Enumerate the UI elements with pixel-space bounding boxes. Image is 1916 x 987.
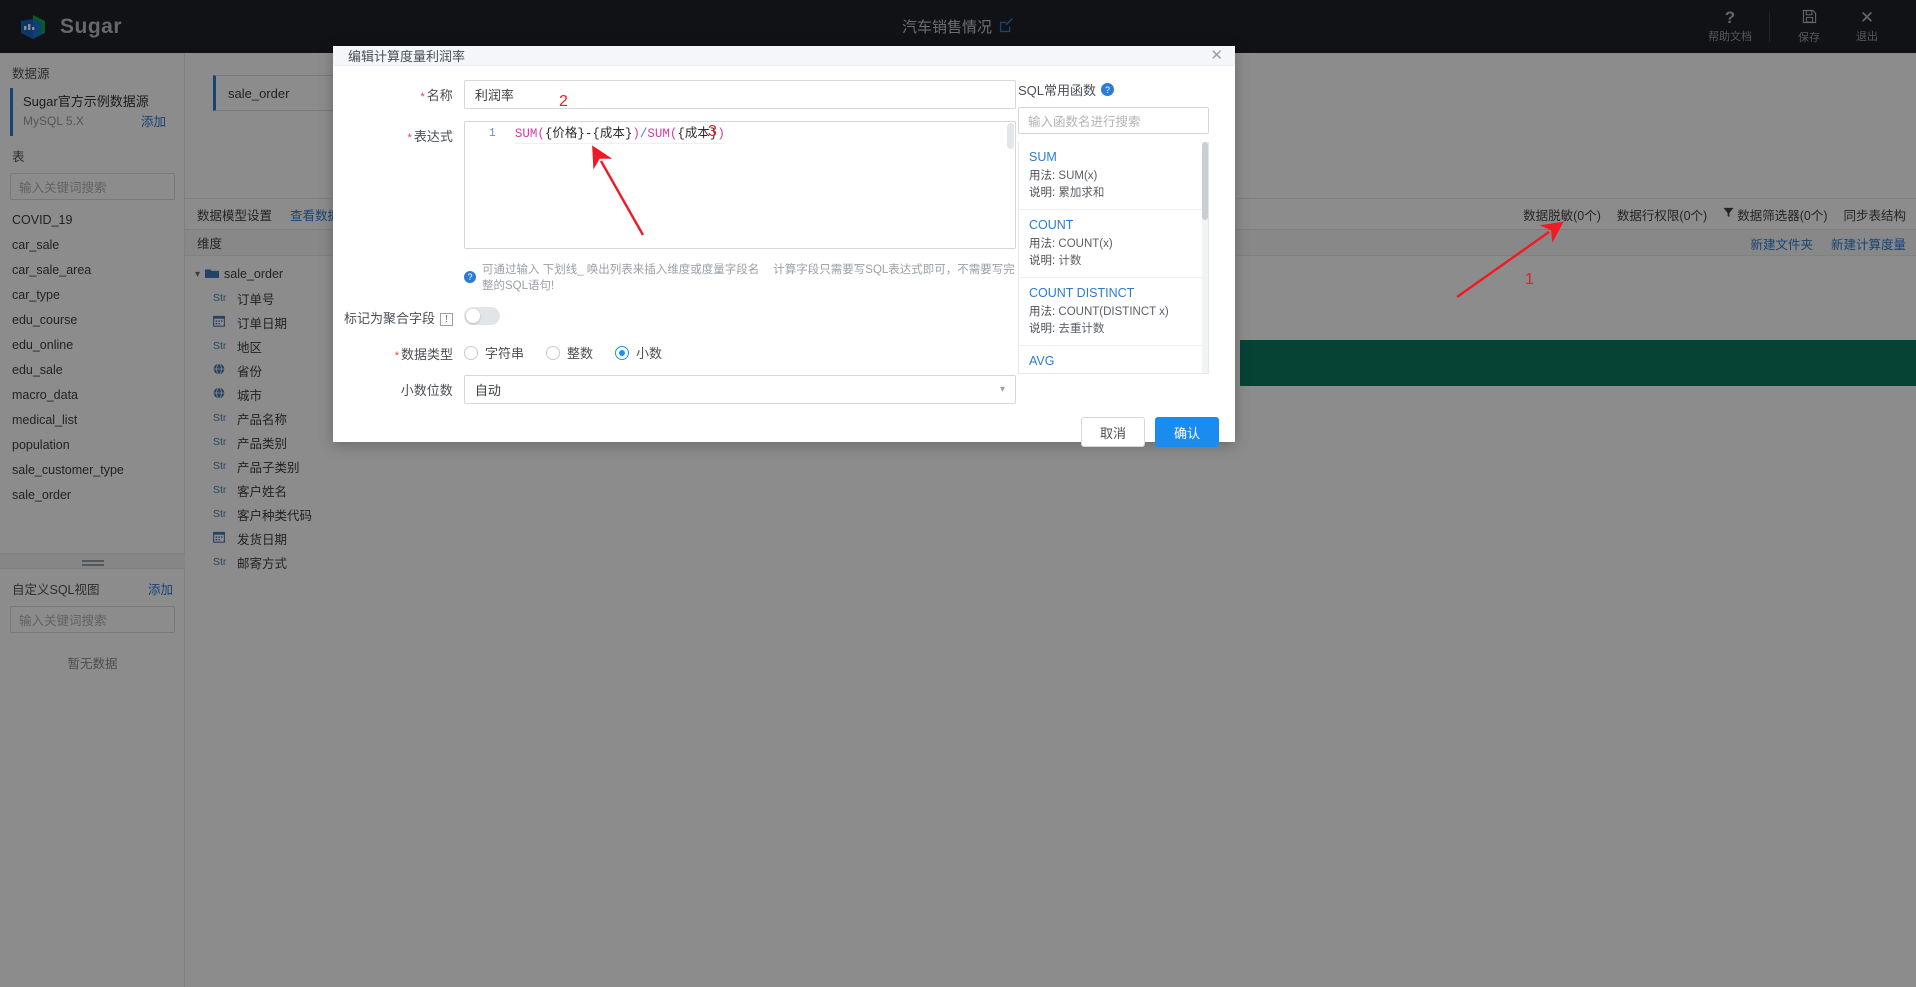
name-row: 名称 [333, 80, 1016, 109]
function-list-item[interactable]: COUNT DISTINCT 用法: COUNT(DISTINCT x) 说明: 去… [1019, 278, 1208, 346]
function-usage: 用法: COUNT(DISTINCT x) [1029, 304, 1198, 321]
function-list-scroll-thumb[interactable] [1202, 142, 1208, 220]
function-list-item[interactable]: AVG用法: AVG(x)说明: 均值 [1019, 346, 1208, 373]
dialog-body: 名称 表达式 1 SUM({价格}-{成本})/SUM({成本}) ? 可通过输… [333, 66, 1235, 416]
aggregate-toggle[interactable] [464, 307, 500, 325]
expression-token: ) [632, 127, 640, 141]
usage-value: SUM(x) [1058, 170, 1098, 182]
question-circle-icon[interactable]: ? [1101, 83, 1115, 96]
function-usage: 用法: AVG(x) [1029, 372, 1198, 373]
datatype-radio-整数[interactable]: 整数 [546, 343, 593, 362]
radio-dot [615, 345, 630, 360]
function-list-scrollbar[interactable] [1202, 142, 1208, 373]
expression-token: SUM( [514, 127, 545, 141]
usage-value: COUNT(x) [1058, 238, 1113, 250]
desc-key: 说明: [1029, 255, 1056, 267]
function-search-input[interactable]: 输入函数名进行搜索 [1018, 107, 1209, 134]
expression-row: 表达式 1 SUM({价格}-{成本})/SUM({成本}) [333, 121, 1016, 249]
expression-scrollbar[interactable] [1007, 123, 1014, 149]
datatype-option-label: 整数 [567, 346, 594, 361]
usage-key: 用法: [1029, 238, 1056, 250]
dialog-header: 编辑计算度量利润率 ✕ [333, 46, 1235, 66]
function-name: COUNT DISTINCT [1029, 286, 1135, 300]
function-usage: 用法: SUM(x) [1029, 168, 1198, 185]
usage-key: 用法: [1029, 306, 1056, 318]
desc-key: 说明: [1029, 323, 1056, 335]
expression-code[interactable]: SUM({价格}-{成本})/SUM({成本}) [503, 122, 1015, 248]
datatype-label: 数据类型 [333, 339, 464, 363]
decimal-places-select[interactable]: 自动 ▾ [463, 375, 1016, 404]
expression-label: 表达式 [333, 121, 464, 145]
expression-token: ) [717, 127, 725, 141]
usage-value: COUNT(DISTINCT x) [1058, 306, 1169, 318]
desc-value: 计数 [1058, 255, 1082, 267]
function-list[interactable]: SUM 用法: SUM(x) 说明: 累加求和 COUNT 用法: COUNT(x) 说明… [1018, 142, 1209, 374]
expression-hint-text: 可通过输入 下划线_ 唤出列表来插入维度或度量字段名 计算字段只需要写SQL表达式… [482, 261, 1016, 293]
sql-functions-panel: SQL常用函数 ? 输入函数名进行搜索 SUM 用法: SUM(x) 说明: 累加求… [1018, 80, 1221, 416]
decimal-label: 小数位数 [400, 383, 453, 398]
exclamation-info-icon[interactable]: ! [440, 313, 453, 327]
function-list-item[interactable]: SUM 用法: SUM(x) 说明: 累加求和 [1019, 142, 1208, 210]
desc-value: 去重计数 [1058, 323, 1105, 335]
expression-editor[interactable]: 1 SUM({价格}-{成本})/SUM({成本}) [463, 121, 1016, 249]
radio-dot [546, 345, 561, 360]
function-desc: 说明: 去重计数 [1029, 321, 1198, 338]
function-name: SUM [1029, 150, 1057, 164]
question-circle-icon: ? [464, 271, 476, 283]
expression-token: {价格}-{成本} [544, 127, 633, 141]
function-search-placeholder: 输入函数名进行搜索 [1028, 115, 1141, 129]
aggregate-row: 标记为聚合字段! [333, 303, 1016, 327]
desc-key: 说明: [1029, 187, 1056, 199]
aggregate-label-wrap: 标记为聚合字段! [333, 303, 464, 327]
datatype-radio-小数[interactable]: 小数 [615, 343, 662, 362]
datatype-radio-字符串[interactable]: 字符串 [464, 343, 524, 362]
function-list-item[interactable]: COUNT 用法: COUNT(x) 说明: 计数 [1019, 210, 1208, 278]
dialog-title: 编辑计算度量利润率 [348, 49, 466, 64]
expression-token: {成本} [677, 127, 718, 141]
datatype-option-label: 小数 [636, 346, 663, 361]
name-label: 名称 [333, 80, 464, 104]
decimal-places-value: 自动 [474, 383, 501, 398]
expression-line-number: 1 [488, 127, 496, 140]
close-icon[interactable]: ✕ [1210, 48, 1223, 63]
expression-token: SUM( [647, 127, 678, 141]
usage-key: 用法: [1029, 170, 1056, 182]
confirm-button[interactable]: 确认 [1154, 417, 1219, 447]
desc-value: 累加求和 [1058, 187, 1105, 199]
aggregate-label: 标记为聚合字段 [343, 311, 435, 326]
dialog-form: 名称 表达式 1 SUM({价格}-{成本})/SUM({成本}) ? 可通过输… [333, 80, 1016, 416]
decimal-row: 小数位数 自动 ▾ [333, 375, 1016, 404]
function-desc: 说明: 计数 [1029, 253, 1198, 270]
function-name: AVG [1029, 354, 1055, 368]
function-desc: 说明: 累加求和 [1029, 185, 1198, 202]
function-name: COUNT [1029, 218, 1074, 232]
sql-functions-header: SQL常用函数 ? [1018, 80, 1221, 99]
datatype-option-label: 字符串 [485, 346, 525, 361]
function-usage: 用法: COUNT(x) [1029, 236, 1198, 253]
sql-functions-title: SQL常用函数 [1018, 83, 1097, 98]
chevron-down-icon: ▾ [999, 384, 1005, 395]
radio-dot [464, 345, 478, 360]
expression-hint: ? 可通过输入 下划线_ 唤出列表来插入维度或度量字段名 计算字段只需要写SQL表… [464, 261, 1016, 293]
datatype-radio-group: 字符串 整数 小数 [464, 339, 662, 362]
cancel-button[interactable]: 取消 [1080, 417, 1145, 447]
dialog-footer: 取消 确认 [333, 416, 1235, 447]
name-input[interactable] [463, 80, 1016, 109]
datatype-row: 数据类型 字符串 整数 小数 [333, 339, 1016, 363]
edit-calc-measure-dialog: 编辑计算度量利润率 ✕ 名称 表达式 1 SUM({价格}-{成本})/SUM(… [333, 46, 1235, 447]
hint-part-1: 可通过输入 下划线_ 唤出列表来插入维度或度量字段名 [482, 264, 760, 276]
